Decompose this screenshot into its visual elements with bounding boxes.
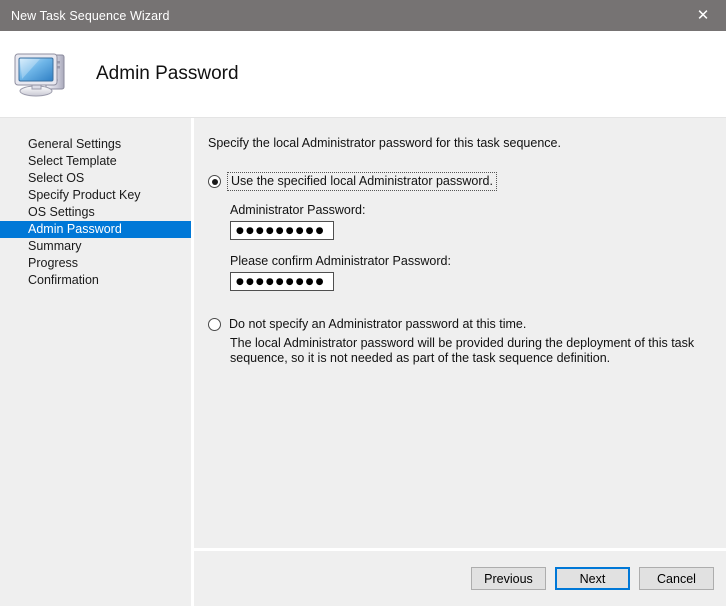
confirm-password-input[interactable]: ●●●●●●●●● — [230, 272, 334, 291]
option-do-not-specify-password-description: The local Administrator password will be… — [230, 336, 695, 365]
footer-buttons: Previous Next Cancel — [194, 551, 726, 606]
title-bar: New Task Sequence Wizard ✕ — [0, 0, 726, 31]
radio-use-specified-password[interactable] — [208, 175, 221, 188]
window-title: New Task Sequence Wizard — [11, 8, 170, 23]
content-panel: Specify the local Administrator password… — [194, 118, 726, 551]
administrator-password-block: Administrator Password: ●●●●●●●●● — [230, 203, 714, 240]
administrator-password-label: Administrator Password: — [230, 203, 366, 217]
sidebar-item-select-os[interactable]: Select OS — [0, 170, 191, 187]
page-title: Admin Password — [96, 63, 239, 84]
wizard-window: New Task Sequence Wizard ✕ Admin Passwor… — [0, 0, 726, 606]
header-banner: Admin Password — [0, 31, 726, 118]
sidebar-item-progress[interactable]: Progress — [0, 255, 191, 272]
radio-do-not-specify-password[interactable] — [208, 318, 221, 331]
confirm-password-block: Please confirm Administrator Password: ●… — [230, 254, 714, 291]
sidebar-item-general-settings[interactable]: General Settings — [0, 136, 191, 153]
administrator-password-input[interactable]: ●●●●●●●●● — [230, 221, 334, 240]
next-button[interactable]: Next — [555, 567, 630, 590]
sidebar-item-specify-product-key[interactable]: Specify Product Key — [0, 187, 191, 204]
sidebar-item-select-template[interactable]: Select Template — [0, 153, 191, 170]
cancel-button[interactable]: Cancel — [639, 567, 714, 590]
option-use-specified-password[interactable]: Use the specified local Administrator pa… — [208, 172, 714, 191]
option-use-specified-password-label: Use the specified local Administrator pa… — [227, 172, 497, 191]
computer-icon — [10, 46, 74, 102]
sidebar-item-admin-password[interactable]: Admin Password — [0, 221, 191, 238]
content-wrapper: Specify the local Administrator password… — [194, 118, 726, 606]
option-do-not-specify-password[interactable]: Do not specify an Administrator password… — [208, 317, 714, 332]
wizard-steps-sidebar: General Settings Select Template Select … — [0, 118, 194, 606]
body-area: General Settings Select Template Select … — [0, 118, 726, 606]
confirm-password-label: Please confirm Administrator Password: — [230, 254, 451, 268]
close-icon[interactable]: ✕ — [680, 0, 726, 31]
sidebar-item-confirmation[interactable]: Confirmation — [0, 272, 191, 289]
previous-button[interactable]: Previous — [471, 567, 546, 590]
option-do-not-specify-password-label: Do not specify an Administrator password… — [229, 317, 527, 331]
sidebar-item-os-settings[interactable]: OS Settings — [0, 204, 191, 221]
intro-text: Specify the local Administrator password… — [208, 136, 561, 150]
sidebar-item-summary[interactable]: Summary — [0, 238, 191, 255]
